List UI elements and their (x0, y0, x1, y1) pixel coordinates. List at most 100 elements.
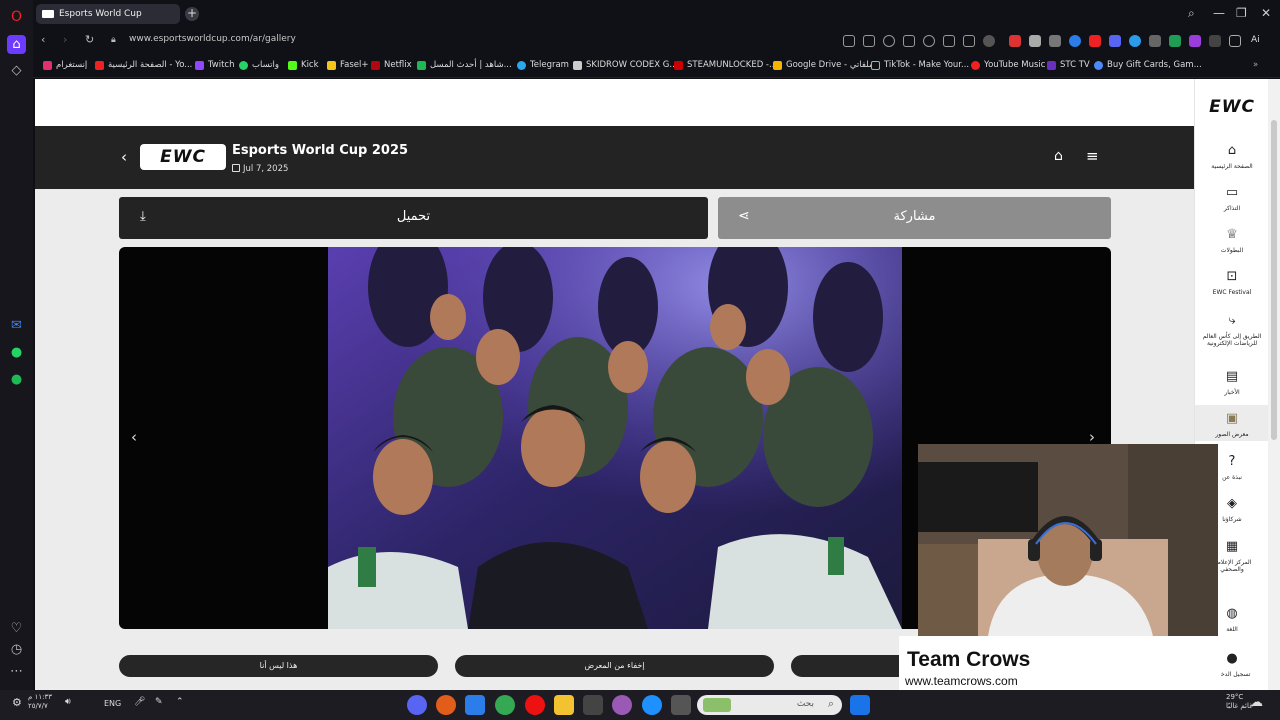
firefox-icon[interactable] (436, 695, 456, 715)
bookmark-tiktok[interactable]: TikTok - Make Your... (871, 60, 969, 70)
bookmarks-more-icon[interactable]: » (1253, 60, 1258, 70)
home-icon[interactable]: ⌂ (7, 35, 26, 54)
store-icon[interactable] (583, 695, 603, 715)
extension-purple-icon[interactable] (1189, 35, 1201, 47)
tray-overflow-icon[interactable]: ⌃ (176, 697, 184, 707)
bookmark-netflix[interactable]: Netflix (371, 60, 412, 70)
clock[interactable]: ١١:٣٣ م ٢٥/٧/٧ (28, 693, 52, 711)
bookmark-instagram[interactable]: إنستغرام (43, 60, 87, 70)
tab-esports-world-cup[interactable]: Esports World Cup (36, 4, 180, 24)
discord-icon[interactable] (407, 695, 427, 715)
extension-dark-icon[interactable] (1209, 35, 1221, 47)
bookmark-gift-cards[interactable]: Buy Gift Cards, Gam... (1094, 60, 1202, 70)
bookmark-whatsapp[interactable]: واتساب (239, 60, 279, 70)
opera-icon[interactable] (525, 695, 545, 715)
extension-blue-icon[interactable] (1069, 35, 1081, 47)
extension-youtube-icon[interactable] (1089, 35, 1101, 47)
not-me-button[interactable]: هذا ليس أنا (119, 655, 438, 677)
shield-icon[interactable] (883, 35, 895, 47)
weather-widget[interactable]: 29°C غائم غالبًا (1226, 693, 1253, 711)
partners-icon: ◈ (1227, 496, 1237, 511)
opera-logo-icon[interactable]: O (7, 7, 26, 26)
messenger-icon[interactable]: ✉ (7, 316, 26, 335)
play-icon[interactable] (903, 35, 915, 47)
nav-news[interactable]: ▤ الأخبار (1195, 369, 1269, 396)
extension-grid-icon[interactable] (1149, 35, 1161, 47)
nav-home[interactable]: ⌂ الصفحة الرئيسية (1195, 143, 1269, 170)
nav-road-to-ewc[interactable]: ⤷ الطريق إلى كأس العالم للرياضات الإلكترو… (1195, 313, 1269, 347)
bookmark-twitch[interactable]: Twitch (195, 60, 235, 70)
ewc-nav-logo[interactable]: EWC (1199, 97, 1265, 117)
more-icon[interactable]: ⋯ (7, 662, 26, 681)
nav-festival[interactable]: ⊡ EWC Festival (1195, 269, 1269, 296)
windows-update-icon[interactable]: ⚙ (12, 696, 22, 709)
nav-gallery[interactable]: ▣ معرض الصور (1195, 405, 1269, 441)
nav-tournaments[interactable]: ♕ البطولات (1195, 227, 1269, 254)
maximize-button[interactable]: ❐ (1236, 6, 1247, 20)
minimize-button[interactable]: — (1213, 6, 1225, 20)
extensions-icon[interactable] (1229, 35, 1241, 47)
pen-icon[interactable]: ✎ (155, 697, 163, 707)
menu-icon[interactable] (963, 35, 975, 47)
url-field[interactable]: www.esportsworldcup.com/ar/gallery (129, 34, 296, 44)
ai-button[interactable]: Ai (1251, 35, 1260, 45)
extension-gray-icon[interactable] (1049, 35, 1061, 47)
back-arrow-icon[interactable]: ‹ (121, 148, 127, 166)
scrollbar-thumb[interactable] (1271, 120, 1277, 440)
gallery-photo[interactable] (328, 247, 902, 629)
volume-icon[interactable]: 🔊︎ (65, 697, 71, 707)
download-button[interactable]: ⤓ تحميل (119, 197, 708, 239)
forward-button[interactable]: › (63, 33, 67, 46)
bookmark-shahid[interactable]: شاهد | أحدث المسل... (417, 60, 512, 70)
search-tabs-icon[interactable]: ⌕ (1188, 6, 1195, 21)
close-button[interactable]: ✕ (1261, 6, 1271, 20)
bookmark-kick[interactable]: Kick (288, 60, 319, 70)
home-icon[interactable]: ⌂ (1054, 148, 1063, 164)
bookmark-youtube-music[interactable]: YouTube Music (971, 60, 1045, 70)
edit-icon[interactable] (843, 35, 855, 47)
start-menu-icon[interactable] (850, 695, 870, 715)
bookmark-fasel[interactable]: Fasel+ (327, 60, 368, 70)
whatsapp-icon[interactable]: ● (7, 343, 26, 362)
bookmark-stc-tv[interactable]: STC TV (1047, 60, 1090, 70)
chrome-icon[interactable] (495, 695, 515, 715)
share-button[interactable]: ⋖ مشاركة (718, 197, 1111, 239)
nav-tickets[interactable]: ▭ التذاكر (1195, 185, 1269, 212)
extension-audio-icon[interactable] (1109, 35, 1121, 47)
hide-from-gallery-button[interactable]: إخفاء من المعرض (455, 655, 774, 677)
edge-icon[interactable] (642, 695, 662, 715)
bookmark-skidrow[interactable]: SKIDROW CODEX G... (573, 60, 677, 70)
taskbar-search[interactable]: بحث ⌕ (697, 695, 842, 715)
download-icon[interactable] (943, 35, 955, 47)
language-indicator[interactable]: ENG (104, 699, 121, 708)
nav-home-label: الصفحة الرئيسية (1211, 163, 1253, 170)
diamond-icon[interactable]: ◇ (7, 61, 26, 80)
extension-green-icon[interactable] (1169, 35, 1181, 47)
back-button[interactable]: ‹ (41, 33, 45, 46)
news-icon: ▤ (1225, 369, 1239, 384)
extension-cloud-icon[interactable] (1029, 35, 1041, 47)
app-icon[interactable] (671, 695, 691, 715)
bookmark-steamunlocked[interactable]: STEAMUNLOCKED -... (674, 60, 777, 70)
microphone-icon[interactable]: 🎤︎ (134, 697, 145, 707)
reload-button[interactable]: ↻ (85, 33, 94, 46)
bookmark-label: SKIDROW CODEX G... (586, 60, 678, 70)
hamburger-menu-icon[interactable]: ≡ (1086, 147, 1099, 165)
new-tab-button[interactable]: + (185, 7, 199, 21)
bookmark-google-drive[interactable]: Google Drive - ملفاتي (773, 60, 874, 70)
extension-circle-icon[interactable] (1129, 35, 1141, 47)
file-explorer-icon[interactable] (554, 695, 574, 715)
spotify-icon[interactable]: ● (7, 370, 26, 389)
camera-icon[interactable] (863, 35, 875, 47)
history-icon[interactable]: ◷ (7, 640, 26, 659)
task-view-icon[interactable] (465, 695, 485, 715)
heart-icon[interactable]: ♡ (7, 619, 26, 638)
copilot-icon[interactable] (612, 695, 632, 715)
profile-icon[interactable] (983, 35, 995, 47)
heart-icon[interactable] (923, 35, 935, 47)
bookmark-youtube-home[interactable]: الصفحة الرئيسية - Yo... (95, 60, 192, 70)
previous-arrow-icon[interactable]: ‹ (131, 428, 137, 446)
extension-red-icon[interactable] (1009, 35, 1021, 47)
bookmark-telegram[interactable]: Telegram (517, 60, 569, 70)
ewc-logo[interactable]: EWC (140, 144, 226, 170)
